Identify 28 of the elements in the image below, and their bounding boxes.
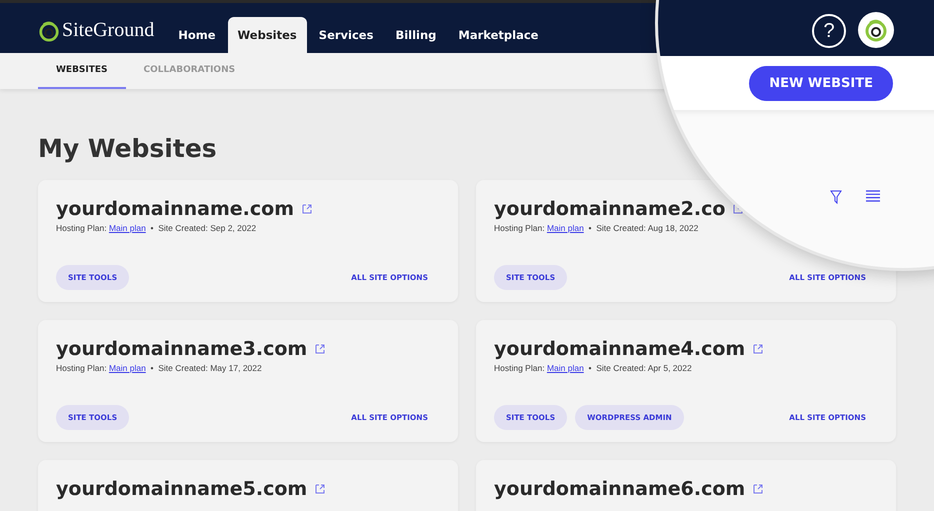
domain-name: yourdomainname6.com (494, 478, 746, 500)
page-title: My Websites (37, 133, 218, 165)
new-website-button[interactable]: NEW WEBSITE (749, 66, 893, 100)
domain-name: yourdomainname.com (56, 198, 294, 220)
domain-name: yourdomainname4.com (494, 338, 746, 360)
help-button[interactable]: ? (812, 14, 846, 48)
filter-icon[interactable] (830, 190, 842, 204)
plan-link[interactable]: Main plan (108, 223, 146, 233)
nav-tab[interactable]: Home (168, 17, 226, 53)
plan-link[interactable]: Main plan (546, 363, 584, 373)
domain-name: yourdomainname3.com (56, 338, 308, 360)
site-details: Hosting Plan: Main plan • Site Created: May 17, 2022 (56, 363, 263, 373)
logo-text[interactable]: SiteGround (62, 19, 154, 42)
logo-icon (38, 20, 60, 42)
site-details: Hosting Plan: Main plan • Site Created: Sep 2, 2022 (56, 223, 258, 233)
account-avatar[interactable] (858, 12, 894, 48)
plan-link[interactable]: Main plan (546, 223, 584, 233)
nav-tab[interactable]: Websites (228, 17, 307, 53)
nav-tab[interactable]: Services (308, 17, 384, 53)
account-logo-icon (864, 18, 888, 42)
list-view-icon[interactable] (866, 190, 880, 204)
nav-tab[interactable]: Marketplace (448, 17, 548, 53)
nav-tab[interactable]: Billing (385, 17, 446, 53)
domain-name: yourdomainname5.com (56, 478, 308, 500)
plan-link[interactable]: Main plan (108, 363, 146, 373)
site-details: Hosting Plan: Main plan • Site Created: Apr 5, 2022 (494, 363, 693, 373)
domain-name: yourdomainname2.co (494, 198, 726, 220)
sub-tab[interactable]: WEBSITES (38, 53, 126, 89)
